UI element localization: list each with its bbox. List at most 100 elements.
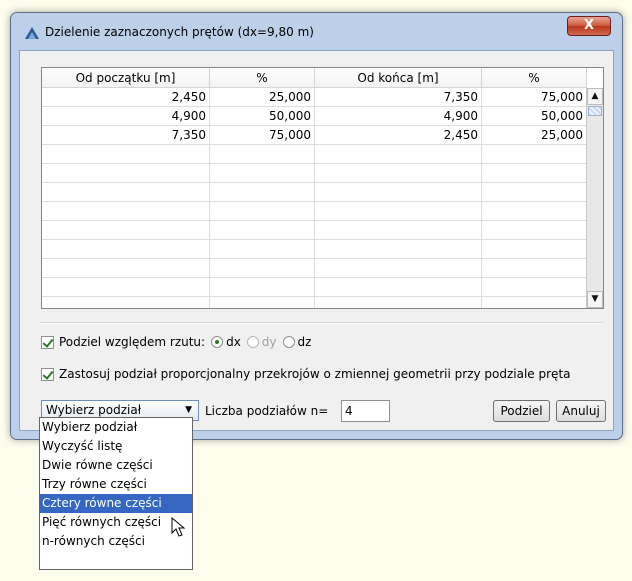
radio-dx[interactable] — [211, 336, 224, 348]
app-icon — [25, 27, 39, 39]
table-cell-empty — [482, 240, 587, 258]
table-cell-empty — [482, 202, 587, 220]
table-cell-empty — [482, 164, 587, 182]
table-row-empty[interactable] — [42, 221, 587, 240]
column-header-percent-start[interactable]: % — [210, 68, 315, 88]
proporcjonalny-checkbox[interactable] — [41, 367, 54, 381]
table-cell-empty — [210, 221, 315, 239]
table-cell[interactable]: 75,000 — [482, 88, 587, 106]
proporcjonalny-label[interactable]: Zastosuj podział proporcjonalny przekroj… — [59, 367, 571, 381]
table-row-empty[interactable] — [42, 164, 587, 183]
dropdown-item-selected[interactable]: Cztery równe części — [40, 494, 192, 513]
table-cell[interactable]: 2,450 — [42, 88, 210, 106]
table-cell-empty — [42, 164, 210, 182]
column-header-od-konca[interactable]: Od końca [m] — [315, 68, 482, 88]
scroll-down-arrow-icon[interactable]: ▼ — [587, 291, 603, 308]
scroll-thumb[interactable] — [588, 106, 602, 116]
table-cell[interactable]: 4,900 — [315, 107, 482, 125]
table-cell-empty — [210, 202, 315, 220]
table-cell[interactable]: 7,350 — [315, 88, 482, 106]
table-cell-empty — [210, 145, 315, 163]
table-cell-empty — [315, 164, 482, 182]
division-table[interactable]: Od początku [m] % Od końca [m] % 2,450 2… — [41, 67, 604, 309]
dropdown-item[interactable]: Pięć równych części — [40, 513, 192, 532]
close-button[interactable]: X — [567, 16, 611, 36]
anuluj-button[interactable]: Anuluj — [556, 400, 606, 422]
table-cell[interactable]: 2,450 — [315, 126, 482, 144]
table-cell-empty — [482, 297, 587, 308]
table-cell-empty — [42, 221, 210, 239]
table-cell[interactable]: 50,000 — [482, 107, 587, 125]
column-header-od-poczatku[interactable]: Od początku [m] — [42, 68, 210, 88]
n-input[interactable]: 4 — [341, 400, 390, 422]
table-cell-empty — [315, 202, 482, 220]
table-cell-empty — [315, 240, 482, 258]
table-row[interactable]: 2,450 25,000 7,350 75,000 — [42, 88, 587, 107]
podziel-rzutu-checkbox[interactable] — [41, 335, 54, 349]
table-row-empty[interactable] — [42, 202, 587, 221]
table-cell-empty — [315, 278, 482, 296]
table-cell-empty — [482, 259, 587, 277]
table-row-empty[interactable] — [42, 259, 587, 278]
table-cell-empty — [42, 259, 210, 277]
dialog-window: Dzielenie zaznaczonych prętów (dx=9,80 m… — [10, 12, 623, 440]
radio-dz-label[interactable]: dz — [298, 335, 312, 349]
table-cell-empty — [482, 278, 587, 296]
title-bar[interactable]: Dzielenie zaznaczonych prętów (dx=9,80 m… — [11, 13, 622, 47]
table-cell[interactable]: 4,900 — [42, 107, 210, 125]
table-cell[interactable]: 50,000 — [210, 107, 315, 125]
table-cell-empty — [42, 278, 210, 296]
table-row-empty[interactable] — [42, 240, 587, 259]
table-cell-empty — [210, 278, 315, 296]
podziel-rzutu-label: Podziel względem rzutu: — [59, 335, 206, 349]
table-cell-empty — [42, 297, 210, 308]
dialog-client-area: Od początku [m] % Od końca [m] % 2,450 2… — [19, 50, 614, 431]
radio-dz[interactable] — [282, 336, 295, 348]
table-cell-empty — [482, 221, 587, 239]
table-row-empty[interactable] — [42, 297, 587, 308]
table-cell[interactable]: 75,000 — [210, 126, 315, 144]
table-row-empty[interactable] — [42, 183, 587, 202]
table-cell-empty — [210, 259, 315, 277]
dropdown-item[interactable]: Wyczyść listę — [40, 437, 192, 456]
n-label: Liczba podziałów n= — [205, 404, 329, 418]
table-cell-empty — [210, 240, 315, 258]
vertical-scrollbar[interactable]: ▲ ▼ — [586, 88, 603, 308]
table-row-empty[interactable] — [42, 278, 587, 297]
table-cell-empty — [482, 145, 587, 163]
dropdown-item[interactable]: Wybierz podział — [40, 418, 192, 437]
column-header-percent-end[interactable]: % — [482, 68, 587, 88]
separator — [41, 322, 603, 324]
table-cell-empty — [210, 164, 315, 182]
radio-dx-label[interactable]: dx — [226, 335, 241, 349]
table-row-empty[interactable] — [42, 145, 587, 164]
table-cell[interactable]: 25,000 — [210, 88, 315, 106]
dropdown-item[interactable]: Dwie równe części — [40, 456, 192, 475]
radio-dy — [246, 336, 259, 348]
table-cell-empty — [42, 145, 210, 163]
radio-dy-label: dy — [261, 335, 277, 349]
table-cell-empty — [315, 297, 482, 308]
mouse-cursor-icon — [171, 517, 186, 537]
table-header: Od początku [m] % Od końca [m] % — [42, 68, 587, 88]
table-cell-empty — [210, 297, 315, 308]
proporcjonalny-row: Zastosuj podział proporcjonalny przekroj… — [41, 367, 571, 381]
dropdown-item[interactable]: Trzy równe części — [40, 475, 192, 494]
table-cell-empty — [315, 221, 482, 239]
table-cell-empty — [315, 183, 482, 201]
table-cell[interactable]: 7,350 — [42, 126, 210, 144]
table-cell-empty — [315, 145, 482, 163]
table-cell-empty — [210, 183, 315, 201]
podziel-button[interactable]: Podziel — [493, 400, 550, 422]
table-cell-empty — [42, 202, 210, 220]
table-cell-empty — [315, 259, 482, 277]
window-title: Dzielenie zaznaczonych prętów (dx=9,80 m… — [45, 25, 314, 39]
table-body: 2,450 25,000 7,350 75,000 4,900 50,000 4… — [42, 88, 587, 308]
scroll-up-arrow-icon[interactable]: ▲ — [587, 88, 603, 105]
table-cell[interactable]: 25,000 — [482, 126, 587, 144]
table-row[interactable]: 7,350 75,000 2,450 25,000 — [42, 126, 587, 145]
table-cell-empty — [42, 183, 210, 201]
table-row[interactable]: 4,900 50,000 4,900 50,000 — [42, 107, 587, 126]
dropdown-item[interactable]: n-równych części — [40, 532, 192, 551]
division-dropdown-list[interactable]: Wybierz podział Wyczyść listę Dwie równe… — [39, 417, 193, 570]
